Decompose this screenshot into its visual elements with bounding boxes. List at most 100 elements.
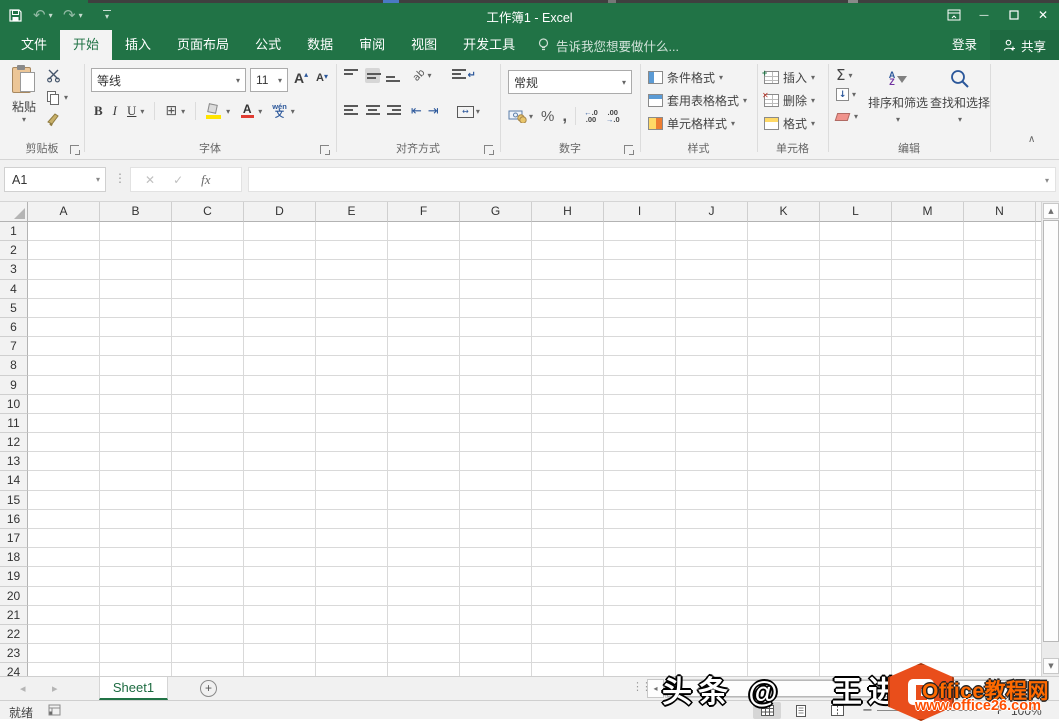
- cell-D11[interactable]: [244, 414, 316, 433]
- cell-G3[interactable]: [460, 260, 532, 279]
- cell-K5[interactable]: [748, 299, 820, 318]
- cell-K14[interactable]: [748, 471, 820, 490]
- cell-N3[interactable]: [964, 260, 1036, 279]
- cell-F7[interactable]: [388, 337, 460, 356]
- cell-E12[interactable]: [316, 433, 388, 452]
- cell-K11[interactable]: [748, 414, 820, 433]
- cell-F5[interactable]: [388, 299, 460, 318]
- cell-L2[interactable]: [820, 241, 892, 260]
- cell-B18[interactable]: [100, 548, 172, 567]
- cell-E10[interactable]: [316, 395, 388, 414]
- cell-E21[interactable]: [316, 606, 388, 625]
- cell-M16[interactable]: [892, 510, 964, 529]
- cell-L21[interactable]: [820, 606, 892, 625]
- cell-H24[interactable]: [532, 663, 604, 676]
- cell-J6[interactable]: [676, 318, 748, 337]
- cell-B13[interactable]: [100, 452, 172, 471]
- cell-K10[interactable]: [748, 395, 820, 414]
- cell-G17[interactable]: [460, 529, 532, 548]
- vertical-scrollbar[interactable]: ▲ ▼: [1041, 202, 1059, 676]
- cell-I19[interactable]: [604, 567, 676, 586]
- format-as-table-button[interactable]: 套用表格格式 ▾: [648, 92, 747, 109]
- accounting-format-button[interactable]: ▾: [508, 109, 533, 123]
- cell-J17[interactable]: [676, 529, 748, 548]
- cell-K8[interactable]: [748, 356, 820, 375]
- cell-N6[interactable]: [964, 318, 1036, 337]
- row-header-16[interactable]: 16: [0, 510, 28, 529]
- underline-caret-icon[interactable]: ▾: [140, 107, 144, 116]
- cell-H8[interactable]: [532, 356, 604, 375]
- horizontal-scrollbar-thumb[interactable]: [667, 680, 1023, 697]
- cell-E20[interactable]: [316, 587, 388, 606]
- cell-J12[interactable]: [676, 433, 748, 452]
- tab-review[interactable]: 审阅: [346, 30, 398, 60]
- cell-M24[interactable]: [892, 663, 964, 676]
- phonetic-guide-button[interactable]: wén 文: [272, 103, 287, 119]
- cell-L7[interactable]: [820, 337, 892, 356]
- cell-D2[interactable]: [244, 241, 316, 260]
- cell-B2[interactable]: [100, 241, 172, 260]
- insert-function-button[interactable]: fx: [201, 172, 210, 188]
- sort-filter-button[interactable]: AZ 排序和筛选 ▾: [868, 64, 928, 124]
- row-header-18[interactable]: 18: [0, 548, 28, 567]
- cell-I10[interactable]: [604, 395, 676, 414]
- decrease-decimal-button[interactable]: .00→.0: [606, 109, 620, 123]
- cell-J8[interactable]: [676, 356, 748, 375]
- cell-D1[interactable]: [244, 222, 316, 241]
- column-header-L[interactable]: L: [820, 202, 892, 222]
- cell-C18[interactable]: [172, 548, 244, 567]
- cell-M12[interactable]: [892, 433, 964, 452]
- cell-C22[interactable]: [172, 625, 244, 644]
- cell-G6[interactable]: [460, 318, 532, 337]
- align-right-button[interactable]: [386, 105, 401, 118]
- middle-align-button[interactable]: [365, 68, 380, 83]
- cell-A7[interactable]: [28, 337, 100, 356]
- cell-G12[interactable]: [460, 433, 532, 452]
- cell-E19[interactable]: [316, 567, 388, 586]
- bottom-align-button[interactable]: [386, 69, 401, 82]
- cell-styles-button[interactable]: 单元格样式 ▾: [648, 115, 735, 132]
- column-header-G[interactable]: G: [460, 202, 532, 222]
- cell-I22[interactable]: [604, 625, 676, 644]
- sheet-tab-sheet1[interactable]: Sheet1: [99, 677, 168, 700]
- cell-K9[interactable]: [748, 376, 820, 395]
- cell-M15[interactable]: [892, 491, 964, 510]
- cell-K13[interactable]: [748, 452, 820, 471]
- tab-data[interactable]: 数据: [294, 30, 346, 60]
- row-header-15[interactable]: 15: [0, 491, 28, 510]
- cell-G20[interactable]: [460, 587, 532, 606]
- column-header-B[interactable]: B: [100, 202, 172, 222]
- page-break-preview-button[interactable]: [823, 702, 851, 719]
- cell-D12[interactable]: [244, 433, 316, 452]
- cell-E11[interactable]: [316, 414, 388, 433]
- cell-G15[interactable]: [460, 491, 532, 510]
- cell-G4[interactable]: [460, 280, 532, 299]
- cell-N19[interactable]: [964, 567, 1036, 586]
- vertical-scrollbar-thumb[interactable]: [1043, 220, 1059, 642]
- column-header-H[interactable]: H: [532, 202, 604, 222]
- cell-N15[interactable]: [964, 491, 1036, 510]
- cell-A22[interactable]: [28, 625, 100, 644]
- cell-F19[interactable]: [388, 567, 460, 586]
- cell-G21[interactable]: [460, 606, 532, 625]
- cell-N4[interactable]: [964, 280, 1036, 299]
- column-header-D[interactable]: D: [244, 202, 316, 222]
- top-align-button[interactable]: [344, 69, 359, 82]
- cell-F8[interactable]: [388, 356, 460, 375]
- tab-formulas[interactable]: 公式: [242, 30, 294, 60]
- underline-button[interactable]: U: [127, 103, 136, 119]
- cell-C24[interactable]: [172, 663, 244, 676]
- font-color-caret-icon[interactable]: ▾: [258, 107, 262, 116]
- orientation-button[interactable]: ab ▾: [413, 70, 432, 81]
- cell-N23[interactable]: [964, 644, 1036, 663]
- cell-B20[interactable]: [100, 587, 172, 606]
- cell-H15[interactable]: [532, 491, 604, 510]
- cell-C17[interactable]: [172, 529, 244, 548]
- cell-K4[interactable]: [748, 280, 820, 299]
- fill-button[interactable]: ↓ ▾: [836, 88, 856, 101]
- paste-button[interactable]: 粘贴 ▾: [6, 66, 42, 124]
- tell-me-box[interactable]: 告诉我您想要做什么...: [538, 30, 679, 60]
- cell-I11[interactable]: [604, 414, 676, 433]
- cell-A24[interactable]: [28, 663, 100, 676]
- font-color-button[interactable]: A: [240, 104, 254, 119]
